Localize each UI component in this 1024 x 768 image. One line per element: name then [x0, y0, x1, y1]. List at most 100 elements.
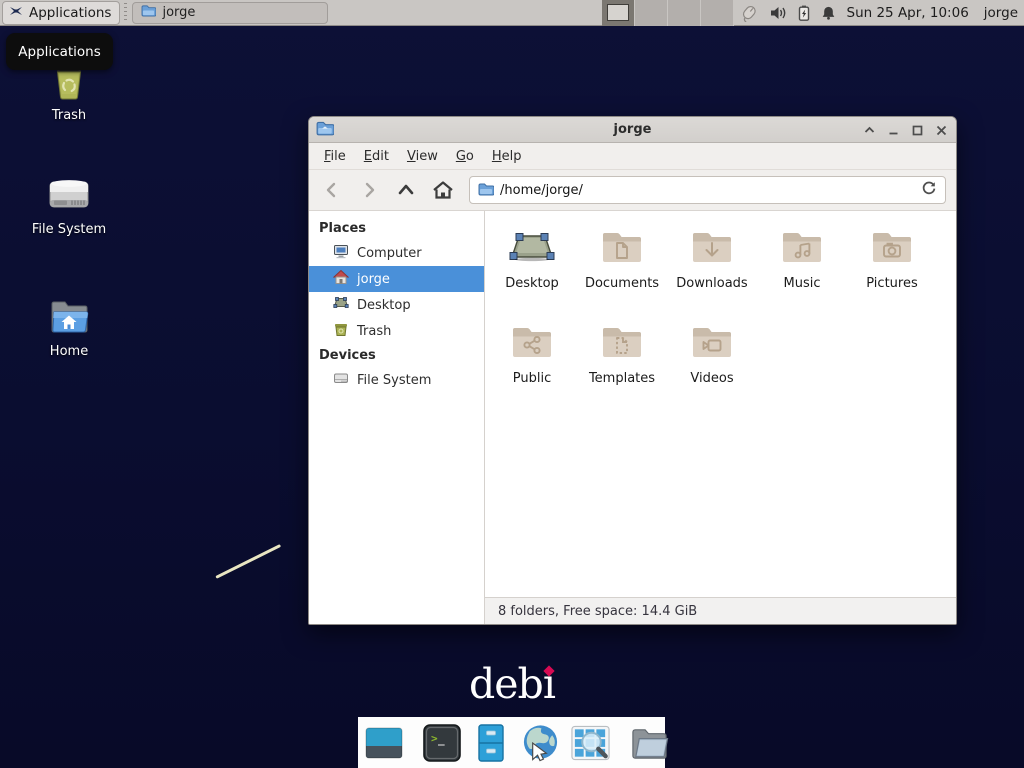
file-item-downloads[interactable]: Downloads — [667, 213, 757, 308]
top-panel: Applications jorge — [0, 0, 1024, 26]
file-item-public[interactable]: Public — [487, 308, 577, 403]
menu-edit[interactable]: Edit — [355, 145, 398, 168]
menu-help[interactable]: Help — [483, 145, 531, 168]
sidebar-item-desktop[interactable]: Desktop — [309, 292, 484, 318]
minimize-button[interactable] — [887, 124, 900, 137]
close-button[interactable] — [935, 124, 948, 137]
statusbar: 8 folders, Free space: 14.4 GiB — [485, 597, 956, 624]
workspace-1[interactable] — [602, 0, 635, 26]
applications-menu-label: Applications — [29, 5, 111, 21]
desktop-icon-home[interactable]: Home — [14, 292, 124, 359]
shade-button[interactable] — [863, 124, 876, 137]
sidebar: Places Computer — [309, 211, 485, 624]
file-label: Desktop — [487, 276, 577, 291]
location-bar[interactable]: /home/jorge/ — [469, 176, 946, 204]
panel-separator-handle[interactable] — [122, 3, 128, 23]
folder-music-icon — [757, 223, 847, 271]
reload-icon[interactable] — [921, 180, 937, 200]
web-browser-icon[interactable] — [520, 722, 561, 763]
file-label: Public — [487, 371, 577, 386]
battery-charging-icon[interactable] — [798, 5, 810, 21]
desktop-stray-line-artifact — [215, 544, 281, 579]
volume-icon[interactable] — [770, 5, 787, 21]
file-label: Templates — [577, 371, 667, 386]
folder-icon — [141, 4, 156, 21]
menu-go[interactable]: Go — [447, 145, 483, 168]
file-manager-window: jorge File Edit View Go Help — [308, 116, 957, 625]
tooltip-text: Applications — [18, 44, 100, 60]
folder-downloads-icon — [667, 223, 757, 271]
sidebar-item-trash[interactable]: Trash — [309, 318, 484, 344]
home-folder-icon — [14, 292, 124, 340]
folder-icon[interactable] — [629, 722, 670, 763]
applications-menu-button[interactable]: Applications — [2, 1, 120, 25]
statusbar-text: 8 folders, Free space: 14.4 GiB — [498, 604, 697, 619]
maximize-button[interactable] — [911, 124, 924, 137]
folder-pictures-icon — [847, 223, 937, 271]
sidebar-item-label: Trash — [357, 324, 391, 339]
sidebar-item-label: jorge — [357, 272, 390, 287]
sidebar-item-label: File System — [357, 373, 431, 388]
taskbar-window-button[interactable]: jorge — [132, 2, 328, 24]
file-item-videos[interactable]: Videos — [667, 308, 757, 403]
file-label: Music — [757, 276, 847, 291]
desktop-icon — [333, 295, 349, 315]
xfce-logo-icon — [8, 3, 24, 23]
workspace-4[interactable] — [701, 0, 734, 26]
hard-drive-icon — [333, 370, 349, 390]
sidebar-item-label: Computer — [357, 246, 422, 261]
sidebar-item-label: Desktop — [357, 298, 411, 313]
file-label: Documents — [577, 276, 667, 291]
location-input[interactable]: /home/jorge/ — [500, 183, 921, 198]
file-view[interactable]: Desktop Documents — [485, 211, 956, 624]
folder-templates-icon — [577, 318, 667, 366]
taskbar-window-label: jorge — [162, 5, 195, 20]
sidebar-header-places: Places — [309, 217, 484, 240]
workspace-2[interactable] — [635, 0, 668, 26]
workspace-window-preview — [607, 4, 629, 21]
back-button[interactable] — [317, 176, 347, 204]
file-item-documents[interactable]: Documents — [577, 213, 667, 308]
computer-icon — [333, 243, 349, 263]
file-item-desktop[interactable]: Desktop — [487, 213, 577, 308]
file-item-templates[interactable]: Templates — [577, 308, 667, 403]
folder-documents-icon — [577, 223, 667, 271]
panel-user-button[interactable]: jorge — [984, 5, 1018, 21]
file-item-music[interactable]: Music — [757, 213, 847, 308]
hard-drive-icon — [14, 170, 124, 218]
app-finder-icon[interactable] — [570, 722, 611, 763]
bottom-dock: > _ — [358, 717, 665, 768]
panel-clock[interactable]: Sun 25 Apr, 10:06 — [847, 5, 969, 21]
sidebar-item-computer[interactable]: Computer — [309, 240, 484, 266]
window-title: jorge — [309, 122, 956, 137]
trash-icon — [333, 321, 349, 341]
up-button[interactable] — [391, 176, 421, 204]
file-label: Videos — [667, 371, 757, 386]
file-cabinet-icon[interactable] — [471, 722, 511, 763]
desktop-icon-label: Home — [14, 344, 124, 359]
workspace-pager[interactable] — [602, 0, 734, 26]
system-tray: Sun 25 Apr, 10:06 jorge — [739, 0, 1019, 26]
menu-file[interactable]: File — [315, 145, 355, 168]
forward-button[interactable] — [354, 176, 384, 204]
desktop-icon-label: File System — [14, 222, 124, 237]
notifications-bell-icon[interactable] — [821, 5, 836, 21]
mouse-icon[interactable] — [739, 4, 759, 22]
svg-text:_: _ — [438, 733, 445, 746]
desktop-icon-label: Trash — [14, 108, 124, 123]
desktop-icon-file-system[interactable]: File System — [14, 170, 124, 237]
folder-icon — [478, 181, 494, 200]
folder-public-icon — [487, 318, 577, 366]
workspace-3[interactable] — [668, 0, 701, 26]
svg-text:>: > — [431, 732, 438, 745]
file-item-pictures[interactable]: Pictures — [847, 213, 937, 308]
terminal-icon[interactable]: > _ — [422, 722, 462, 763]
window-titlebar[interactable]: jorge — [309, 117, 956, 143]
menu-view[interactable]: View — [398, 145, 447, 168]
home-button[interactable] — [428, 176, 458, 204]
show-desktop-icon[interactable] — [364, 722, 404, 763]
sidebar-item-file-system[interactable]: File System — [309, 367, 484, 393]
toolbar: /home/jorge/ — [309, 170, 956, 211]
window-controls — [863, 117, 948, 143]
sidebar-item-jorge[interactable]: jorge — [309, 266, 484, 292]
